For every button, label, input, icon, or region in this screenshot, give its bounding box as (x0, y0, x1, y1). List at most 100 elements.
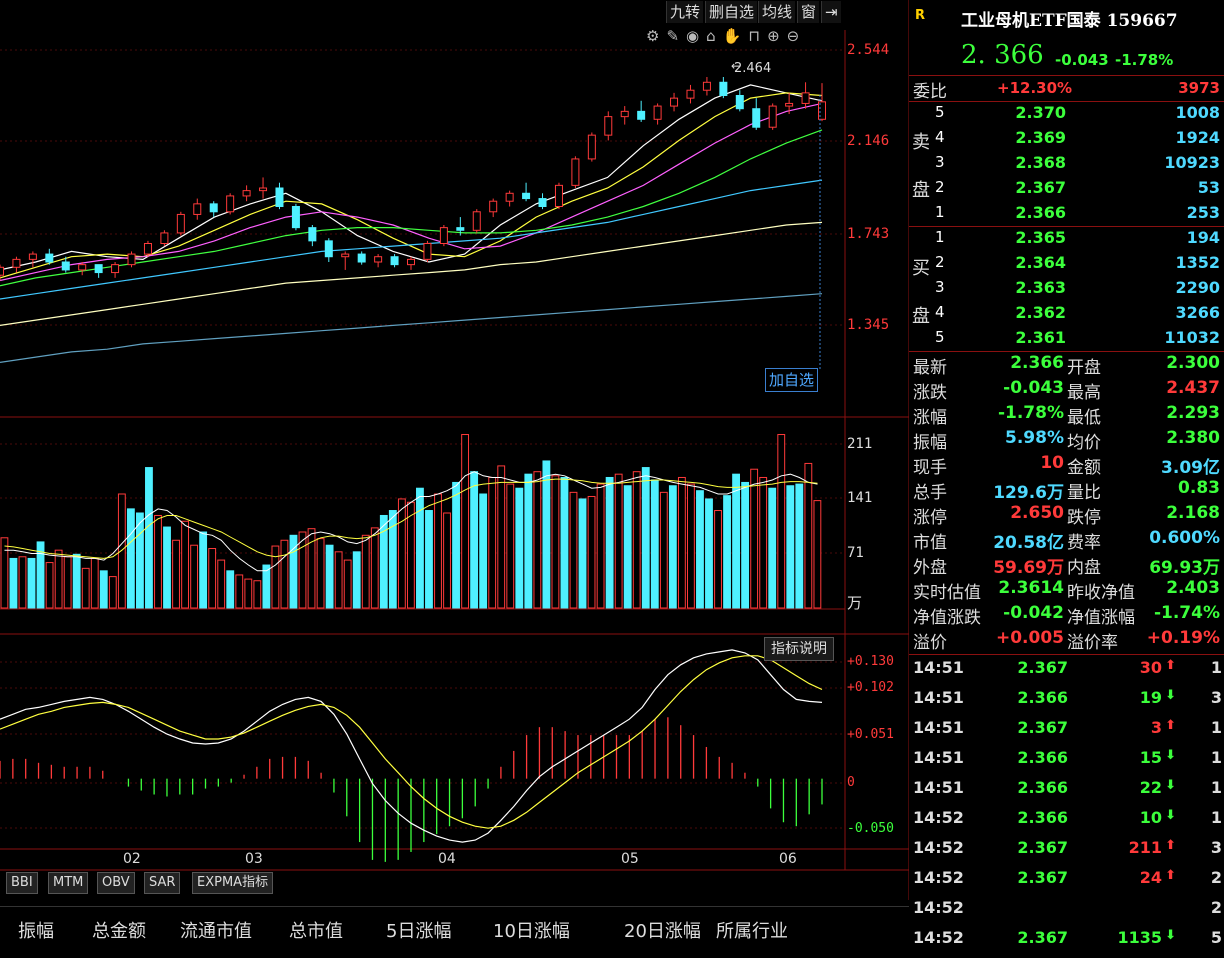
bid-level: 4 (935, 303, 945, 321)
volume-bar (804, 462, 813, 609)
volume-bar (641, 467, 650, 609)
bid-price: 2.361 (1015, 328, 1066, 347)
volume-bar (90, 557, 99, 609)
quote-value: 0.83 (1178, 478, 1220, 498)
divider (909, 654, 1224, 655)
candle-body (768, 105, 777, 128)
bid-volume: 11032 (1164, 328, 1220, 347)
volume-bar (659, 491, 668, 609)
volume-bar (650, 479, 659, 609)
column-header-20d-change[interactable]: 20日涨幅 (624, 917, 701, 943)
volume-bar (687, 483, 695, 609)
bid-row: 5 2.361 11032 (909, 328, 1224, 353)
tick-volume: 30 (1139, 658, 1162, 677)
volume-bar (696, 490, 704, 609)
tick-price: 2.367 (1017, 658, 1068, 677)
tick-price: 2.367 (1017, 868, 1068, 887)
tab-expma[interactable]: EXPMA指标 (192, 872, 274, 894)
volume-bar (181, 520, 189, 609)
arrow-up-icon: ⬆ (1165, 658, 1176, 673)
quote-row: 溢价 +0.005 溢价率 +0.19% (909, 628, 1224, 653)
volume-bar (298, 531, 307, 609)
tick-price: 2.367 (1017, 838, 1068, 857)
candle-body (259, 187, 268, 192)
price-change-pct: -1.78% (1115, 51, 1174, 69)
ask-volume: 1008 (1175, 103, 1220, 122)
quote-value: 2.366 (1010, 353, 1064, 373)
quote-label: 涨幅 (913, 408, 947, 428)
volume-bar (81, 567, 90, 609)
quote-value: +0.005 (995, 628, 1064, 648)
volume-bar (587, 495, 596, 609)
candle-body (719, 81, 728, 96)
tab-bbi[interactable]: BBI (6, 872, 38, 894)
tick-time: 14:52 (913, 838, 964, 857)
column-header-amplitude[interactable]: 振幅 (18, 917, 54, 943)
candle-body (702, 81, 711, 91)
bid-volume: 3266 (1175, 303, 1220, 322)
bid-price: 2.364 (1015, 253, 1066, 272)
tab-obv[interactable]: OBV (97, 872, 135, 894)
volume-bar (190, 544, 199, 609)
add-favorite-button[interactable]: 加自选 (765, 368, 819, 392)
column-header-10d-change[interactable]: 10日涨幅 (493, 917, 570, 943)
candle-body (12, 258, 21, 268)
column-header-total-cap[interactable]: 总市值 (289, 917, 343, 943)
quote-value: 2.3614 (998, 578, 1064, 598)
arrow-down-icon: ⬇ (1165, 688, 1176, 703)
bid-price: 2.362 (1015, 303, 1066, 322)
candle-body (522, 192, 531, 200)
column-header-float-cap[interactable]: 流通市值 (180, 917, 252, 943)
indicator-desc-button[interactable]: 指标说明 (764, 637, 834, 661)
volume-bar (614, 473, 623, 609)
tab-sar[interactable]: SAR (144, 872, 181, 894)
volume-bar (768, 487, 777, 609)
bid-row: 2 2.364 1352 (909, 253, 1224, 278)
candle-body (209, 203, 218, 213)
date-label: 04 (438, 851, 456, 867)
tick-time: 14:51 (913, 778, 964, 797)
volume-bar (470, 471, 479, 609)
volume-bar (126, 508, 135, 609)
volume-bar (569, 491, 578, 609)
quote-label: 溢价率 (1067, 633, 1118, 653)
candle-body (801, 92, 810, 104)
quote-value: -1.78% (997, 403, 1064, 423)
candle-body (78, 264, 87, 271)
tick-time: 14:51 (913, 748, 964, 767)
bid-row: 4 2.362 3266 (909, 303, 1224, 328)
tick-time: 14:51 (913, 658, 964, 677)
candle-body (0, 266, 4, 276)
column-header-industry[interactable]: 所属行业 (716, 917, 788, 943)
volume-bar (0, 537, 9, 609)
tick-price: 2.367 (1017, 718, 1068, 737)
candle-body (752, 108, 761, 128)
volume-bar (777, 434, 786, 609)
quote-value: 2.300 (1166, 353, 1220, 373)
ma-line (0, 221, 823, 326)
volume-bar (235, 574, 244, 609)
quote-label: 最低 (1067, 408, 1101, 428)
candle-body (226, 195, 235, 213)
tick-count: 1 (1210, 658, 1222, 677)
candle-body (390, 256, 399, 266)
candle-body (456, 227, 465, 231)
tick-volume: 24 (1139, 868, 1162, 887)
volume-bar (668, 485, 677, 609)
arrow-down-icon: ⬇ (1165, 808, 1176, 823)
column-header-5d-change[interactable]: 5日涨幅 (386, 917, 451, 943)
tick-row: 14:52 2.366 10 ⬇ 1 (909, 808, 1224, 838)
quote-label: 费率 (1067, 533, 1101, 553)
volume-bar (488, 476, 497, 609)
column-header-total-amount[interactable]: 总金额 (92, 917, 146, 943)
ask-level: 2 (935, 178, 945, 196)
volume-bar (813, 500, 822, 609)
kline-chart-svg[interactable]: 2.464 ← (0, 0, 909, 900)
tab-mtm[interactable]: MTM (48, 872, 89, 894)
main-chart-area[interactable]: 九转 删自选 均线 窗 ⇥ ⚙✎◉⌂✋⊓⊕⊖ 2.464 ← 2.544 2.1… (0, 0, 909, 948)
volume-bar (145, 467, 153, 609)
tick-count: 3 (1210, 838, 1222, 857)
volume-bar (560, 476, 569, 609)
ask-price: 2.366 (1015, 203, 1066, 222)
tick-volume: 22 (1139, 778, 1162, 797)
